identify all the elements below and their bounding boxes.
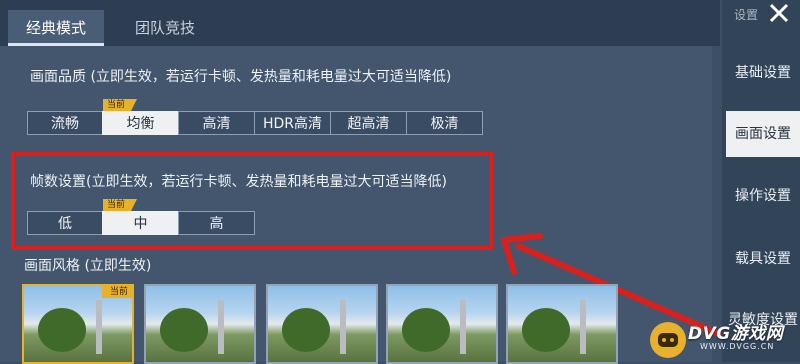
quality-option-balanced[interactable]: 当前 均衡 [102, 99, 179, 135]
tower-shape [218, 300, 224, 354]
tower-shape [580, 300, 586, 354]
sidebar-item-vehicle[interactable]: 载具设置 [726, 236, 800, 282]
watermark-text: DVG游戏网 [688, 324, 784, 344]
style-thumb-5[interactable] [506, 284, 618, 364]
quality-option-extreme[interactable]: 极清 [406, 111, 483, 135]
style-thumb-3[interactable] [266, 284, 378, 364]
quality-option-hdr[interactable]: HDR高清 [254, 111, 331, 135]
tab-team-deathmatch[interactable]: 团队竞技 [115, 10, 215, 46]
current-badge: 当前 [103, 99, 138, 111]
tree-shape [38, 308, 86, 352]
quality-option-balanced-label: 均衡 [126, 116, 155, 132]
watermark-url: WWW.DVGG.CN [700, 342, 775, 351]
tree-shape [402, 308, 450, 352]
sidebar-title: 设置 [734, 8, 759, 22]
tree-shape [522, 308, 570, 352]
quality-option-ultra-hd[interactable]: 超高清 [330, 111, 407, 135]
style-title: 画面风格 (立即生效) [24, 258, 152, 274]
tree-shape [160, 308, 208, 352]
tower-shape [96, 300, 102, 354]
quality-selector: 流畅 当前 均衡 高清 HDR高清 超高清 极清 [27, 99, 483, 135]
sidebar-item-basic[interactable]: 基础设置 [726, 50, 800, 96]
style-thumb-1[interactable]: 当前 [22, 284, 134, 364]
tower-shape [340, 300, 346, 354]
quality-option-smooth[interactable]: 流畅 [27, 111, 103, 135]
current-badge: 当前 [101, 286, 132, 298]
sidebar-item-controls[interactable]: 操作设置 [726, 173, 800, 219]
framerate-highlight-box [11, 152, 493, 250]
close-icon[interactable] [764, 0, 794, 28]
quality-option-hd[interactable]: 高清 [178, 111, 255, 135]
tree-shape [282, 308, 330, 352]
style-thumb-2[interactable] [144, 284, 256, 364]
tower-shape [460, 300, 466, 354]
mode-tab-bar [0, 0, 720, 46]
sidebar-item-graphics[interactable]: 画面设置 [726, 111, 800, 157]
tab-classic-mode[interactable]: 经典模式 [8, 10, 104, 46]
quality-title: 画面品质 (立即生效，若运行卡顿、发热量和耗电量过大可适当降低) [30, 69, 452, 85]
style-thumb-4[interactable] [386, 284, 498, 364]
